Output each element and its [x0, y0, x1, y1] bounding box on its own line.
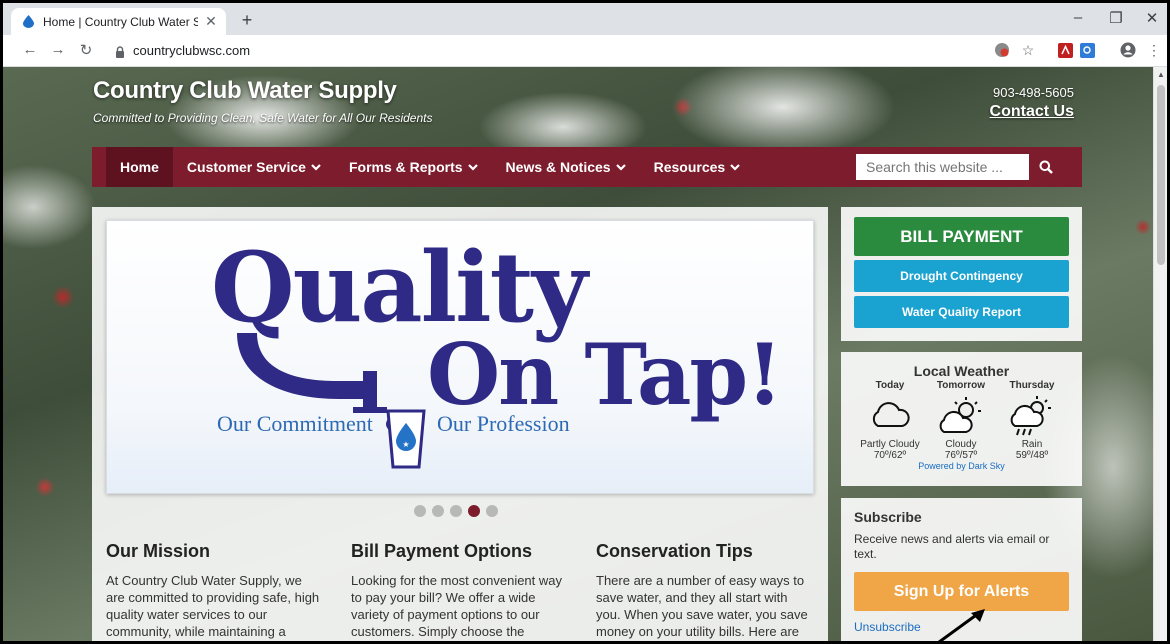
- annotation-arrow: [937, 609, 985, 641]
- nav-item-home[interactable]: Home: [106, 147, 173, 187]
- hero-slider[interactable]: ★ Quality On Tap! Our Commitment Our Pro…: [106, 220, 814, 494]
- conservation-heading[interactable]: Conservation Tips: [596, 541, 811, 562]
- chevron-down-icon: [311, 164, 321, 171]
- slider-dot[interactable]: [450, 505, 462, 517]
- bill-payment-column: Bill Payment Options Looking for the mos…: [351, 541, 566, 640]
- scrollbar-thumb[interactable]: [1157, 85, 1165, 265]
- water-quality-report-button[interactable]: Water Quality Report: [854, 296, 1069, 328]
- slider-dot[interactable]: [414, 505, 426, 517]
- mission-heading[interactable]: Our Mission: [106, 541, 321, 562]
- slide-subtitle-commitment: Our Commitment: [217, 411, 373, 436]
- powered-by-dark-sky-link[interactable]: Powered by Dark Sky: [841, 461, 1082, 471]
- page-scrollbar[interactable]: ▲: [1153, 67, 1167, 641]
- search-icon[interactable]: [1034, 155, 1058, 179]
- mission-text: At Country Club Water Supply, we are com…: [106, 573, 320, 639]
- search-extension-icon[interactable]: [1078, 41, 1096, 59]
- nav-item-customer-service[interactable]: Customer Service: [173, 147, 335, 187]
- weather-condition: Cloudy: [945, 439, 977, 450]
- weather-widget: Local Weather Today Tomorrow Thursday Pa…: [841, 352, 1082, 486]
- svg-text:★: ★: [402, 440, 409, 449]
- weather-condition: Rain: [1021, 439, 1043, 450]
- phone-number: 903-498-5605: [993, 85, 1074, 100]
- weather-day: Tomorrow: [936, 380, 986, 391]
- cloudy-icon: [926, 394, 996, 438]
- slide-subtitle-profession: Our Profession: [437, 411, 570, 436]
- lock-icon: [115, 45, 125, 58]
- site-tagline: Committed to Providing Clean, Safe Water…: [93, 111, 433, 125]
- weather-temp: 70º/62º: [873, 450, 907, 461]
- reload-icon[interactable]: ↻: [77, 41, 95, 59]
- chevron-down-icon: [615, 164, 626, 171]
- account-icon[interactable]: [1119, 41, 1137, 59]
- extension-icon[interactable]: [993, 41, 1011, 59]
- browser-toolbar: ← → ↻ countryclubwsc.com ☆ ⋮: [3, 35, 1167, 67]
- nav-item-resources[interactable]: Resources: [640, 147, 755, 187]
- bill-payment-button[interactable]: BILL PAYMENT: [854, 217, 1069, 256]
- slider-dot[interactable]: [432, 505, 444, 517]
- sign-up-alerts-button[interactable]: Sign Up for Alerts: [854, 572, 1069, 611]
- slider-dot-active[interactable]: [468, 505, 480, 517]
- slider-dot[interactable]: [486, 505, 498, 517]
- nav-item-label: News & Notices: [505, 159, 611, 175]
- chevron-down-icon: [467, 164, 478, 171]
- bookmark-star-icon[interactable]: ☆: [1019, 41, 1037, 59]
- water-drop-icon: [23, 15, 35, 28]
- unsubscribe-link[interactable]: Unsubscribe: [854, 620, 921, 634]
- chevron-down-icon: [730, 164, 740, 171]
- slider-dots: [414, 505, 498, 517]
- tab-strip: Home | Country Club Water Supp ✕ + – ❐ ✕: [3, 3, 1167, 35]
- nav-item-label: Forms & Reports: [348, 159, 463, 175]
- browser-menu-icon[interactable]: ⋮: [1145, 41, 1163, 59]
- bill-payment-heading[interactable]: Bill Payment Options: [351, 541, 566, 562]
- nav-item-label: Resources: [653, 159, 726, 175]
- restore-button[interactable]: ❐: [1101, 9, 1131, 27]
- contact-us-link[interactable]: Contact Us: [990, 103, 1074, 121]
- weather-temp: 76º/57º: [944, 450, 978, 461]
- slide-headline-on-tap: On Tap!: [427, 325, 783, 424]
- main-navigation: Home Customer Service Forms & Reports Ne…: [92, 147, 1082, 187]
- weather-temp: 59º/48º: [1015, 450, 1049, 461]
- main-content: ★ Quality On Tap! Our Commitment Our Pro…: [92, 207, 828, 641]
- browser-tab[interactable]: Home | Country Club Water Supp ✕: [11, 8, 226, 35]
- subscribe-heading: Subscribe: [854, 509, 922, 525]
- nav-item-label: Customer Service: [186, 159, 306, 175]
- partly-cloudy-icon: [855, 394, 925, 434]
- subscribe-description: Receive news and alerts via email or tex…: [854, 532, 1050, 561]
- mission-column: Our Mission At Country Club Water Supply…: [106, 541, 321, 640]
- browser-window: Home | Country Club Water Supp ✕ + – ❐ ✕…: [0, 0, 1170, 644]
- nav-item-label: Home: [120, 159, 159, 175]
- tab-close-icon[interactable]: ✕: [204, 13, 218, 30]
- nav-item-forms-reports[interactable]: Forms & Reports: [335, 147, 492, 187]
- pdf-extension-icon[interactable]: [1056, 41, 1074, 59]
- scroll-up-icon[interactable]: ▲: [1157, 70, 1165, 79]
- forward-icon[interactable]: →: [49, 41, 67, 58]
- quick-links-box: BILL PAYMENT Drought Contingency Water Q…: [841, 207, 1082, 341]
- page-viewport: Country Club Water Supply Committed to P…: [3, 67, 1167, 641]
- site-search-input[interactable]: [856, 154, 1029, 180]
- new-tab-button[interactable]: +: [237, 10, 257, 31]
- drought-contingency-button[interactable]: Drought Contingency: [854, 260, 1069, 292]
- tab-title: Home | Country Club Water Supp: [43, 14, 198, 29]
- close-window-button[interactable]: ✕: [1137, 9, 1167, 27]
- bill-payment-text: Looking for the most convenient way to p…: [351, 573, 563, 639]
- weather-day: Today: [875, 380, 905, 391]
- address-bar[interactable]: countryclubwsc.com: [133, 43, 250, 58]
- rain-icon: [997, 394, 1067, 438]
- conservation-text: There are a number of easy ways to save …: [596, 573, 808, 639]
- back-icon[interactable]: ←: [21, 41, 39, 58]
- site-title[interactable]: Country Club Water Supply: [93, 77, 397, 105]
- weather-condition: Partly Cloudy: [860, 439, 920, 450]
- conservation-column: Conservation Tips There are a number of …: [596, 541, 811, 640]
- minimize-button[interactable]: –: [1063, 9, 1093, 26]
- weather-title: Local Weather: [913, 363, 1010, 379]
- weather-day: Thursday: [1009, 380, 1055, 391]
- nav-item-news-notices[interactable]: News & Notices: [492, 147, 640, 187]
